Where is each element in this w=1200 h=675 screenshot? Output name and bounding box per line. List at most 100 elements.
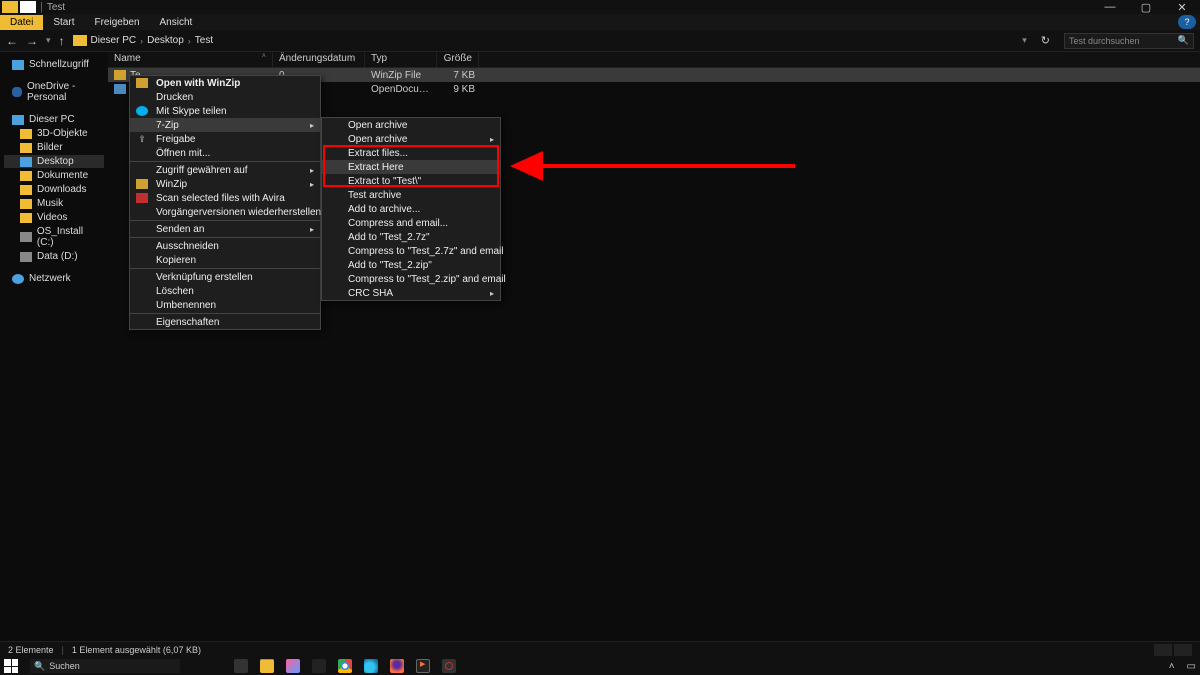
ctx-open-archive-sub[interactable]: Open archive▸ <box>322 132 500 146</box>
sidebar-label: 3D-Objekte <box>37 128 88 139</box>
col-type[interactable]: Typ <box>365 52 437 67</box>
ctx-label: Umbenennen <box>156 300 216 311</box>
ctx-cut[interactable]: Ausschneiden <box>130 239 320 253</box>
ctx-extract-to[interactable]: Extract to "Test\" <box>322 174 500 188</box>
context-submenu-7zip: Open archive Open archive▸ Extract files… <box>321 117 501 301</box>
ctx-winzip[interactable]: WinZip▸ <box>130 177 320 191</box>
drive-icon <box>20 252 32 262</box>
ctx-crc-sha[interactable]: CRC SHA▸ <box>322 286 500 300</box>
ctx-add-zip[interactable]: Add to "Test_2.zip" <box>322 258 500 272</box>
tab-view[interactable]: Ansicht <box>150 15 203 30</box>
ctx-compress-zip-email[interactable]: Compress to "Test_2.zip" and email <box>322 272 500 286</box>
search-box[interactable]: Test durchsuchen 🔍 <box>1064 33 1194 49</box>
minimize-button[interactable]: — <box>1092 1 1128 14</box>
ctx-label: Löschen <box>156 286 194 297</box>
history-dropdown[interactable]: ▾ <box>46 35 51 46</box>
sidebar-item-drive-d[interactable]: Data (D:) <box>4 250 104 263</box>
ctx-label: Freigabe <box>156 134 195 145</box>
sidebar-item-3dobjects[interactable]: 3D-Objekte <box>4 127 104 140</box>
ctx-prevversions[interactable]: Vorgängerversionen wiederherstellen <box>130 205 320 219</box>
file-type: WinZip File <box>365 70 437 81</box>
col-size[interactable]: Größe <box>437 52 479 67</box>
close-button[interactable]: ✕ <box>1164 1 1200 14</box>
ctx-grantaccess[interactable]: Zugriff gewähren auf▸ <box>130 163 320 177</box>
forward-button[interactable]: → <box>26 34 38 48</box>
sidebar-label: Downloads <box>37 184 86 195</box>
col-name[interactable]: Name˄ <box>108 52 273 67</box>
address-dropdown[interactable]: ▾ <box>1022 35 1027 46</box>
notifications-icon[interactable]: ▭ <box>1187 661 1196 672</box>
sidebar-thispc[interactable]: Dieser PC <box>4 113 104 126</box>
sidebar-label: OS_Install (C:) <box>37 226 102 248</box>
tab-share[interactable]: Freigeben <box>84 15 149 30</box>
back-button[interactable]: ← <box>6 34 18 48</box>
ctx-skype[interactable]: Mit Skype teilen <box>130 104 320 118</box>
ctx-add-7z[interactable]: Add to "Test_2.7z" <box>322 230 500 244</box>
chrome-icon[interactable] <box>338 659 352 673</box>
ctx-label: Compress to "Test_2.zip" and email <box>348 274 506 285</box>
app-icon[interactable] <box>312 659 326 673</box>
ctx-copy[interactable]: Kopieren <box>130 253 320 267</box>
share-icon: ⇪ <box>136 134 148 144</box>
crumb-test[interactable]: Test <box>195 35 213 46</box>
tray-chevron-icon[interactable]: ˄ <box>1169 661 1175 672</box>
view-details-button[interactable] <box>1154 644 1172 656</box>
crumb-desktop[interactable]: Desktop <box>147 35 184 46</box>
folder-icon <box>20 199 32 209</box>
edge-icon[interactable] <box>364 659 378 673</box>
sidebar-item-pictures[interactable]: Bilder <box>4 141 104 154</box>
ctx-extract-here[interactable]: Extract Here <box>322 160 500 174</box>
ctx-rename[interactable]: Umbenennen <box>130 298 320 312</box>
ctx-label: Compress and email... <box>348 218 448 229</box>
ctx-shortcut[interactable]: Verknüpfung erstellen <box>130 270 320 284</box>
taskview-icon[interactable] <box>234 659 248 673</box>
avira-icon[interactable] <box>442 659 456 673</box>
ctx-label: Eigenschaften <box>156 317 219 328</box>
ctx-print[interactable]: Drucken <box>130 90 320 104</box>
refresh-button[interactable]: ↻ <box>1035 34 1056 47</box>
ctx-avira[interactable]: Scan selected files with Avira <box>130 191 320 205</box>
ctx-share[interactable]: ⇪ Freigabe <box>130 132 320 146</box>
sidebar-item-music[interactable]: Musik <box>4 197 104 210</box>
folder-icon <box>20 157 32 167</box>
ctx-extract-files[interactable]: Extract files... <box>322 146 500 160</box>
ctx-open-winzip[interactable]: Open with WinZip <box>130 76 320 90</box>
maximize-button[interactable]: ▢ <box>1128 1 1164 14</box>
ctx-test-archive[interactable]: Test archive <box>322 188 500 202</box>
ctx-compress-email[interactable]: Compress and email... <box>322 216 500 230</box>
tab-file[interactable]: Datei <box>0 15 43 30</box>
mediaplayer-icon[interactable] <box>416 659 430 673</box>
tab-start[interactable]: Start <box>43 15 84 30</box>
ctx-7zip[interactable]: 7-Zip▸ <box>130 118 320 132</box>
sidebar-item-drive-c[interactable]: OS_Install (C:) <box>4 225 104 249</box>
sidebar-item-videos[interactable]: Videos <box>4 211 104 224</box>
sidebar-quickaccess[interactable]: Schnellzugriff <box>4 58 104 71</box>
sidebar-item-downloads[interactable]: Downloads <box>4 183 104 196</box>
address-bar[interactable]: Dieser PC › Desktop › Test ▾ <box>73 35 1027 46</box>
firefox-icon[interactable] <box>390 659 404 673</box>
ctx-delete[interactable]: Löschen <box>130 284 320 298</box>
sidebar: Schnellzugriff OneDrive - Personal Diese… <box>0 52 108 643</box>
sidebar-onedrive[interactable]: OneDrive - Personal <box>4 80 104 104</box>
start-button[interactable] <box>4 659 18 673</box>
chevron-right-icon: ▸ <box>310 121 314 130</box>
explorer-icon[interactable] <box>260 659 274 673</box>
ctx-label: Öffnen mit... <box>156 148 210 159</box>
ctx-openwith[interactable]: Öffnen mit... <box>130 146 320 160</box>
col-date[interactable]: Änderungsdatum <box>273 52 365 67</box>
view-icons-button[interactable] <box>1174 644 1192 656</box>
ctx-add-archive[interactable]: Add to archive... <box>322 202 500 216</box>
ctx-compress-7z-email[interactable]: Compress to "Test_2.7z" and email <box>322 244 500 258</box>
context-menu: Open with WinZip Drucken Mit Skype teile… <box>129 75 321 330</box>
sidebar-network[interactable]: Netzwerk <box>4 272 104 285</box>
ctx-properties[interactable]: Eigenschaften <box>130 315 320 329</box>
help-button[interactable]: ? <box>1178 15 1196 29</box>
sidebar-item-documents[interactable]: Dokumente <box>4 169 104 182</box>
ctx-open-archive[interactable]: Open archive <box>322 118 500 132</box>
photos-icon[interactable] <box>286 659 300 673</box>
crumb-pc[interactable]: Dieser PC <box>91 35 137 46</box>
up-button[interactable]: ↑ <box>59 34 65 48</box>
ctx-sendto[interactable]: Senden an▸ <box>130 222 320 236</box>
sidebar-item-desktop[interactable]: Desktop <box>4 155 104 168</box>
taskbar-search[interactable]: 🔍Suchen <box>30 659 180 673</box>
